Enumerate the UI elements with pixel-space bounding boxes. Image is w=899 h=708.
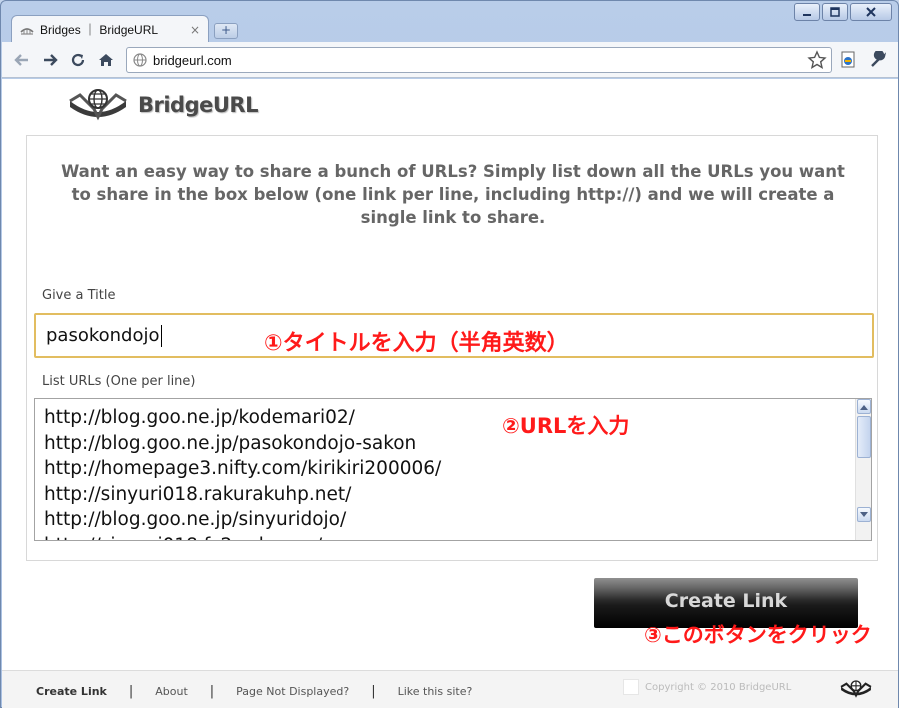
page-menu-icon [841,51,855,68]
maximize-icon [830,7,840,17]
logo-text: BridgeURL [138,93,258,117]
footer-link-page-not-displayed[interactable]: Page Not Displayed? [236,685,349,698]
urls-scrollbar[interactable] [855,399,871,540]
footer-separator: | [128,684,134,699]
scroll-up-icon [860,404,868,410]
urls-textarea[interactable]: http://blog.goo.ne.jp/kodemari02/ http:/… [34,398,872,541]
text-caret [160,324,162,347]
home-button[interactable] [96,50,116,70]
bridge-globe-logo-icon [69,89,127,121]
home-icon [99,54,113,66]
bridge-favicon-icon [20,27,34,35]
footer-separator: | [209,684,215,699]
annotation-step2: ②URLを入力 [502,414,630,438]
intro-text: Want an easy way to share a bunch of URL… [61,162,845,227]
reload-icon [71,53,85,67]
maximize-button[interactable] [822,3,848,21]
annotation-step1: ①タイトルを入力（半角英数） [264,331,569,356]
back-button[interactable] [12,50,32,70]
browser-tab[interactable]: Bridges ｜ BridgeURL × [11,15,209,43]
forward-button[interactable] [40,50,60,70]
footer-badge-box [623,679,639,695]
minimize-button[interactable] [794,3,820,21]
reload-button[interactable] [68,50,88,70]
footer-nav: Create Link | About | Page Not Displayed… [36,684,472,699]
scroll-down-button[interactable] [857,507,871,522]
urls-label: List URLs (One per line) [42,374,196,389]
address-bar[interactable]: bridgeurl.com [126,47,832,73]
close-icon [866,7,876,17]
settings-wrench-button[interactable] [868,50,888,70]
close-window-button[interactable] [850,3,892,21]
footer-separator: | [371,684,376,699]
footer-link-like[interactable]: Like this site? [398,685,473,698]
new-tab-button[interactable]: + [214,23,238,39]
title-label: Give a Title [42,288,116,303]
minimize-icon [803,14,811,16]
url-line: http://blog.goo.ne.jp/kodemari02/ [44,407,355,428]
scroll-down-icon [860,511,868,517]
tab-title: Bridges ｜ BridgeURL [40,23,159,37]
forward-arrow-icon [44,54,58,66]
scroll-up-button[interactable] [857,399,871,414]
url-line: http://sinyuri018.rakurakuhp.net/ [44,483,352,505]
address-url: bridgeurl.com [153,52,232,68]
button-highlight [594,578,858,600]
urls-list: http://blog.goo.ne.jp/kodemari02/ http:/… [44,405,442,541]
page-menu-button[interactable] [838,50,858,70]
tab-close-icon[interactable]: × [190,23,200,37]
scroll-thumb[interactable] [857,416,871,458]
window-controls [794,3,892,21]
url-line: http://homepage3.nifty.com/kirikiri20000… [44,458,442,479]
copyright: Copyright © 2010 BridgeURL [623,679,791,695]
annotation-step3: ③このボタンをクリック [644,623,872,647]
url-line: http://blog.goo.ne.jp/sinyuridojo/ [44,509,347,530]
page-footer: Create Link | About | Page Not Displayed… [2,670,898,708]
wrench-icon [871,51,887,67]
footer-logo-icon[interactable] [840,679,872,699]
browser-toolbar: bridgeurl.com [2,42,898,78]
footer-link-create[interactable]: Create Link [36,685,107,698]
title-input-value: pasokondojo [46,325,160,346]
tab-strip: Bridges ｜ BridgeURL × + [1,1,898,43]
footer-link-about[interactable]: About [155,685,188,698]
site-logo[interactable]: BridgeURL [68,87,258,123]
bookmark-star-icon[interactable] [807,50,827,70]
page-globe-icon [133,53,147,67]
back-arrow-icon [14,54,28,66]
copyright-text: Copyright © 2010 BridgeURL [645,681,792,693]
page-viewport: BridgeURL Want an easy way to share a bu… [2,79,898,708]
url-line: http://sinyuri018.fc2web.com/ [44,533,441,541]
url-line: http://blog.goo.ne.jp/pasokondojo-sakon [44,432,417,454]
browser-window: Bridges ｜ BridgeURL × + bridgeurl.com Br… [0,0,899,708]
